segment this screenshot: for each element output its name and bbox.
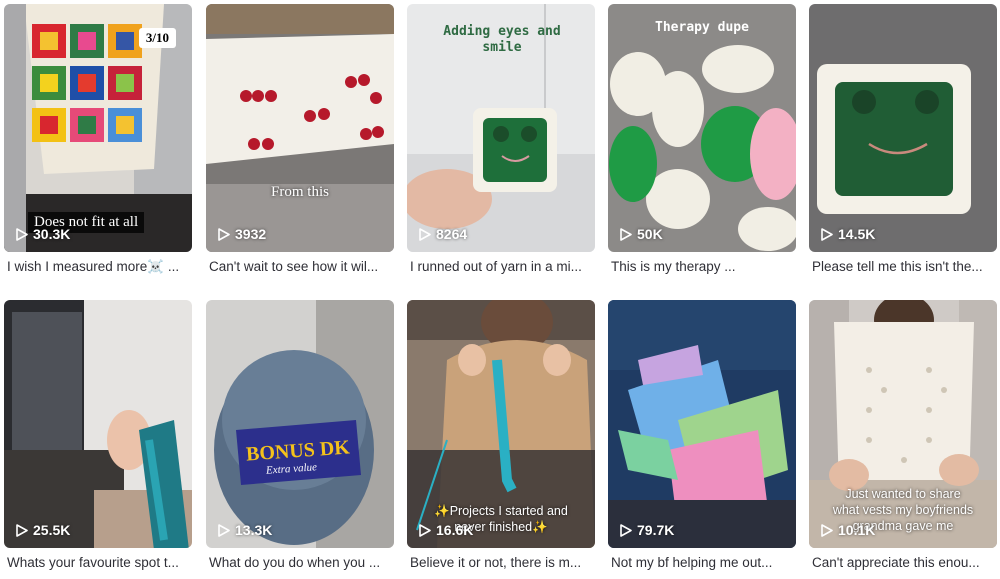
play-icon xyxy=(419,523,431,537)
video-card[interactable]: 14.5K Please tell me this isn't the... xyxy=(809,4,997,274)
overlay-line: ✨Projects I started and xyxy=(434,504,568,518)
play-icon xyxy=(218,227,230,241)
slideshow-counter-badge: 3/10 xyxy=(138,28,176,48)
view-count-label: 25.5K xyxy=(33,522,71,538)
video-thumbnail[interactable]: ✨Projects I started and never finished✨ … xyxy=(407,300,595,548)
video-caption[interactable]: Whats your favourite spot t... xyxy=(7,555,193,570)
video-caption[interactable]: What do you do when you ... xyxy=(209,555,395,570)
play-icon xyxy=(821,227,833,241)
thumbnail-image xyxy=(206,4,394,252)
view-count-label: 79.7K xyxy=(637,522,675,538)
play-icon xyxy=(821,523,833,537)
video-card[interactable]: BONUS DK Extra value 13.3K What do you d… xyxy=(206,300,394,570)
thumbnail-image xyxy=(608,4,796,252)
view-count-label: 13.3K xyxy=(235,522,273,538)
video-thumbnail[interactable]: 25.5K xyxy=(4,300,192,548)
view-count-label: 50K xyxy=(637,226,663,242)
view-count-label: 3932 xyxy=(235,226,267,242)
video-caption[interactable]: Can't wait to see how it wil... xyxy=(209,259,395,274)
video-thumbnail[interactable]: Just wanted to share what vests my boyfr… xyxy=(809,300,997,548)
overlay-line: what vests my boyfriends xyxy=(832,503,974,517)
video-caption[interactable]: I runned out of yarn in a mi... xyxy=(410,259,596,274)
video-caption[interactable]: Not my bf helping me out... xyxy=(611,555,797,570)
play-icon xyxy=(16,523,28,537)
thumbnail-image xyxy=(809,4,997,252)
video-card[interactable]: Adding eyes and smile 8264 I runned out … xyxy=(407,4,595,274)
video-thumbnail[interactable]: Therapy dupe 50K xyxy=(608,4,796,252)
play-icon xyxy=(218,523,230,537)
play-icon xyxy=(419,227,431,241)
thumbnail-image xyxy=(4,300,192,548)
play-icon xyxy=(620,227,632,241)
video-thumbnail[interactable]: 3/10 Does not fit at all 30.3K xyxy=(4,4,192,252)
video-thumbnail[interactable]: From this 3932 xyxy=(206,4,394,252)
video-caption[interactable]: Believe it or not, there is m... xyxy=(410,555,596,570)
overlay-line: Just wanted to share xyxy=(845,487,961,501)
video-card[interactable]: Therapy dupe 50K This is my therapy ... xyxy=(608,4,796,274)
view-count-label: 10.1K xyxy=(838,522,876,538)
video-card[interactable]: 25.5K Whats your favourite spot t... xyxy=(4,300,192,570)
video-card[interactable]: 79.7K Not my bf helping me out... xyxy=(608,300,796,570)
view-count: 8264 xyxy=(419,226,467,242)
video-caption[interactable]: This is my therapy ... xyxy=(611,259,797,274)
video-caption[interactable]: Can't appreciate this enou... xyxy=(812,555,998,570)
video-card[interactable]: Just wanted to share what vests my boyfr… xyxy=(809,300,997,570)
video-thumbnail[interactable]: 79.7K xyxy=(608,300,796,548)
view-count: 30.3K xyxy=(16,226,70,242)
view-count-label: 30.3K xyxy=(33,226,71,242)
view-count-label: 16.6K xyxy=(436,522,474,538)
video-card[interactable]: 3/10 Does not fit at all 30.3K I wish I … xyxy=(4,4,192,274)
video-overlay-text: From this xyxy=(271,184,329,200)
video-thumbnail[interactable]: BONUS DK Extra value 13.3K xyxy=(206,300,394,548)
video-thumbnail[interactable]: 14.5K xyxy=(809,4,997,252)
view-count-label: 14.5K xyxy=(838,226,876,242)
video-grid: 3/10 Does not fit at all 30.3K I wish I … xyxy=(0,0,1000,579)
view-count: 25.5K xyxy=(16,522,70,538)
view-count: 13.3K xyxy=(218,522,272,538)
video-caption[interactable]: I wish I measured more☠️ ... xyxy=(7,259,193,275)
view-count: 16.6K xyxy=(419,522,473,538)
view-count-label: 8264 xyxy=(436,226,468,242)
video-overlay-text: Therapy dupe xyxy=(655,20,749,35)
thumbnail-image xyxy=(608,300,796,548)
view-count: 79.7K xyxy=(620,522,674,538)
video-caption[interactable]: Please tell me this isn't the... xyxy=(812,259,998,274)
play-icon xyxy=(620,523,632,537)
video-overlay-text: Adding eyes and smile xyxy=(443,24,561,55)
view-count: 50K xyxy=(620,226,663,242)
video-thumbnail[interactable]: Adding eyes and smile 8264 xyxy=(407,4,595,252)
view-count: 14.5K xyxy=(821,226,875,242)
video-card[interactable]: From this 3932 Can't wait to see how it … xyxy=(206,4,394,274)
play-icon xyxy=(16,227,28,241)
video-card[interactable]: ✨Projects I started and never finished✨ … xyxy=(407,300,595,570)
thumbnail-image xyxy=(206,300,394,548)
view-count: 3932 xyxy=(218,226,266,242)
view-count: 10.1K xyxy=(821,522,875,538)
